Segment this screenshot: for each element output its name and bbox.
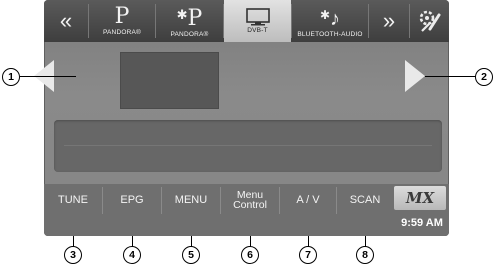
divider [64, 145, 432, 146]
scan-button[interactable]: SCAN [337, 184, 393, 216]
head-unit-screen: « P PANDORA® ✱P PANDORA® DVB-T ✱♪ BLUETO… [44, 0, 449, 236]
callout-1: 1 [2, 68, 20, 86]
double-right-chevron-icon: » [382, 8, 396, 33]
bluetooth-pandora-icon: ✱P [176, 5, 203, 31]
source-pandora-button[interactable]: P PANDORA® [89, 0, 155, 42]
callout-3: 3 [64, 246, 82, 264]
callout-5: 5 [182, 246, 200, 264]
source-dvbt-button[interactable]: DVB-T [224, 0, 291, 42]
callout-7: 7 [299, 246, 317, 264]
menu-button[interactable]: MENU [162, 184, 220, 216]
menu-control-line2: Control [233, 199, 267, 211]
bluetooth-music-icon: ✱♪ [319, 8, 341, 30]
source-label: BLUETOOTH-AUDIO [297, 31, 363, 38]
source-bluetooth-audio-button[interactable]: ✱♪ BLUETOOTH-AUDIO [292, 0, 368, 42]
tune-button[interactable]: TUNE [44, 184, 102, 216]
mx-logo[interactable]: MX [394, 186, 446, 210]
next-channel-button[interactable] [405, 60, 425, 92]
callout-2: 2 [475, 68, 493, 86]
pandora-icon: P [114, 4, 130, 29]
callout-4: 4 [123, 246, 141, 264]
source-label: PANDORA® [170, 30, 209, 38]
double-left-chevron-icon: « [59, 8, 73, 33]
tv-icon [245, 8, 270, 26]
epg-button[interactable]: EPG [103, 184, 161, 216]
video-preview[interactable] [120, 52, 219, 109]
leader-line [425, 76, 476, 78]
setup-button[interactable] [410, 0, 449, 42]
clock: 9:59 AM [401, 217, 443, 229]
source-label: PANDORA® [102, 29, 142, 36]
callout-6: 6 [241, 246, 259, 264]
source-next-button[interactable]: » [369, 0, 409, 42]
bluetooth-icon: ✱ [319, 8, 331, 22]
setup-tools-icon [419, 10, 440, 32]
source-bluetooth-pandora-button[interactable]: ✱P PANDORA® [156, 0, 223, 42]
source-label: DVB-T [247, 27, 268, 34]
source-prev-button[interactable]: « [44, 0, 88, 42]
leader-line [20, 76, 76, 78]
program-info-panel [54, 120, 442, 172]
bluetooth-icon: ✱ [176, 7, 188, 23]
av-button[interactable]: A / V [280, 184, 336, 216]
menu-control-button[interactable]: Menu Control [221, 184, 279, 216]
callout-8: 8 [356, 246, 374, 264]
